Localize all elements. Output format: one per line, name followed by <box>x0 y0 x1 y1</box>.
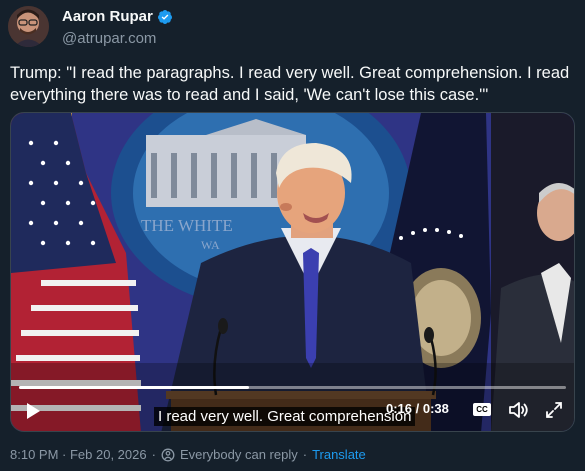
backdrop-text: THE WHITE <box>141 216 233 235</box>
footer-separator-2: · <box>302 447 308 462</box>
video-caption: I read very well. Great comprehension <box>154 407 416 426</box>
author-handle[interactable]: @atrupar.com <box>62 30 156 47</box>
footer-separator: · <box>151 447 156 462</box>
closed-captions-button[interactable]: CC <box>473 403 491 416</box>
video-progress-bar[interactable] <box>19 386 566 389</box>
play-icon[interactable] <box>23 401 43 421</box>
fullscreen-icon[interactable] <box>545 401 563 419</box>
video-frame: THE WHITE WA <box>11 113 574 431</box>
avatar[interactable] <box>8 6 49 47</box>
tweet-timestamp[interactable]: 8:10 PM · Feb 20, 2026 <box>10 447 147 462</box>
tweet-footer: 8:10 PM · Feb 20, 2026 · Everybody can r… <box>10 447 366 462</box>
verified-badge-icon <box>157 9 172 24</box>
avatar-image <box>8 6 49 47</box>
tweet-text: Trump: "I read the paragraphs. I read ve… <box>10 64 570 104</box>
reply-setting-text: Everybody can reply <box>179 447 298 462</box>
author-display-name[interactable]: Aaron Rupar <box>62 8 153 25</box>
video-progress-fill <box>19 386 249 389</box>
reply-settings-icon <box>161 448 175 461</box>
author-name[interactable]: Aaron Rupar <box>62 8 173 25</box>
volume-icon[interactable] <box>508 400 530 420</box>
video-time: 0:16 / 0:38 <box>386 401 449 416</box>
translate-link[interactable]: Translate <box>312 447 366 462</box>
video-player[interactable]: THE WHITE WA I read very well. Great com… <box>10 112 575 432</box>
backdrop-text-2: WA <box>201 238 220 252</box>
